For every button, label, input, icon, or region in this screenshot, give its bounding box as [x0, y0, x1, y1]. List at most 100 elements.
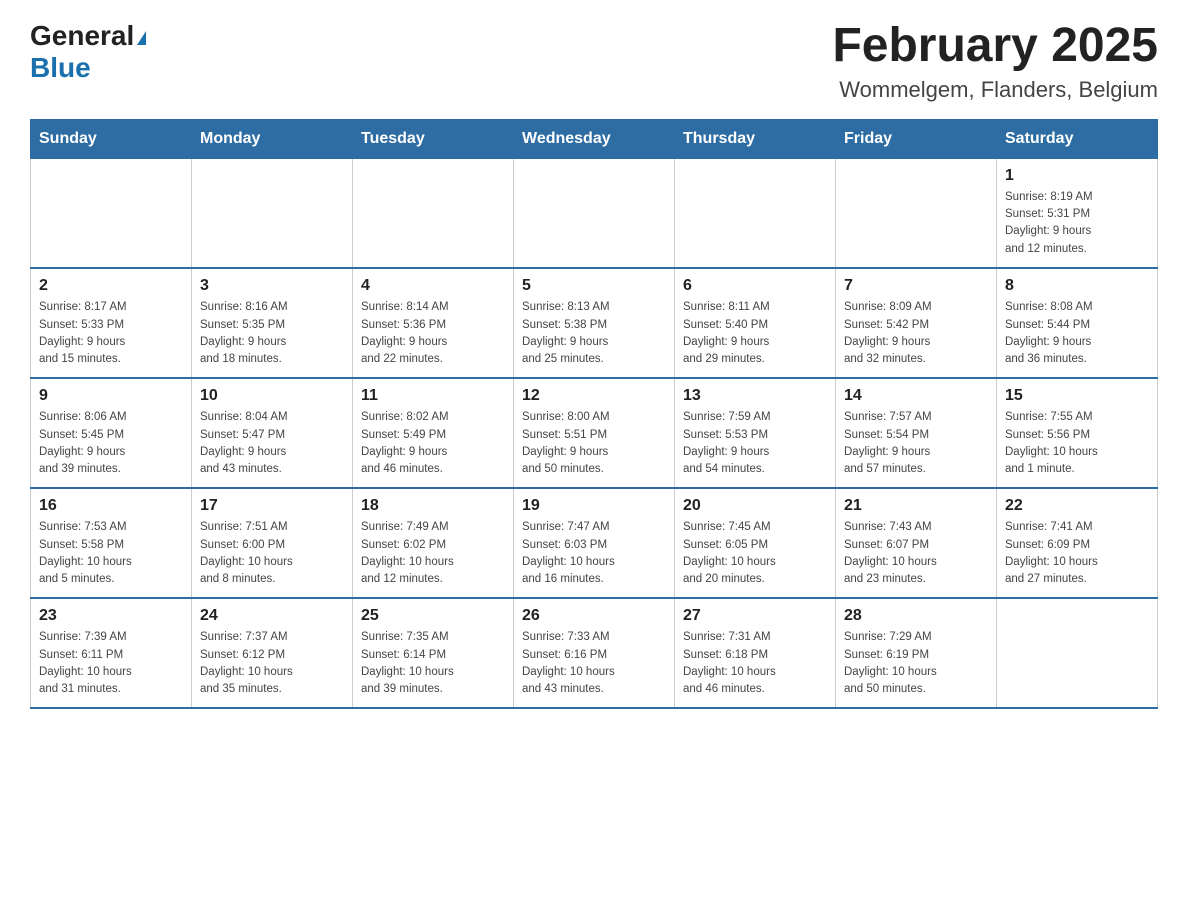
logo: General Blue: [30, 20, 146, 84]
day-info: Sunrise: 8:19 AMSunset: 5:31 PMDaylight:…: [1005, 189, 1149, 258]
day-info: Sunrise: 8:00 AMSunset: 5:51 PMDaylight:…: [522, 409, 666, 478]
weekday-header-monday: Monday: [192, 119, 353, 158]
day-cell-1-6: [836, 158, 997, 268]
day-cell-5-3: 25 Sunrise: 7:35 AMSunset: 6:14 PMDayligh…: [353, 598, 514, 708]
day-info: Sunrise: 7:35 AMSunset: 6:14 PMDaylight:…: [361, 629, 505, 698]
day-info: Sunrise: 7:49 AMSunset: 6:02 PMDaylight:…: [361, 519, 505, 588]
day-info: Sunrise: 7:45 AMSunset: 6:05 PMDaylight:…: [683, 519, 827, 588]
day-cell-2-5: 6Sunrise: 8:11 AMSunset: 5:40 PMDaylight…: [675, 268, 836, 378]
day-cell-2-1: 2 Sunrise: 8:17 AMSunset: 5:33 PMDaylight…: [31, 268, 192, 378]
day-cell-4-1: 16Sunrise: 7:53 AMSunset: 5:58 PMDayligh…: [31, 488, 192, 598]
day-info: Sunrise: 8:04 AMSunset: 5:47 PMDaylight:…: [200, 409, 344, 478]
day-number: 8: [1005, 277, 1149, 295]
day-number: 13: [683, 387, 827, 405]
day-cell-4-2: 17 Sunrise: 7:51 AMSunset: 6:00 PMDayligh…: [192, 488, 353, 598]
day-info: Sunrise: 7:51 AMSunset: 6:00 PMDaylight:…: [200, 519, 344, 588]
day-number: 10: [200, 387, 344, 405]
day-cell-2-2: 3Sunrise: 8:16 AMSunset: 5:35 PMDaylight…: [192, 268, 353, 378]
week-row-2: 2 Sunrise: 8:17 AMSunset: 5:33 PMDaylight…: [31, 268, 1158, 378]
calendar-table: SundayMondayTuesdayWednesdayThursdayFrid…: [30, 119, 1158, 710]
day-cell-1-3: [353, 158, 514, 268]
day-number: 12: [522, 387, 666, 405]
day-cell-4-4: 19Sunrise: 7:47 AMSunset: 6:03 PMDayligh…: [514, 488, 675, 598]
day-cell-5-7: [997, 598, 1158, 708]
calendar-body: 1 Sunrise: 8:19 AMSunset: 5:31 PMDaylight…: [31, 158, 1158, 708]
day-cell-1-5: [675, 158, 836, 268]
day-cell-4-7: 22 Sunrise: 7:41 AMSunset: 6:09 PMDayligh…: [997, 488, 1158, 598]
day-info: Sunrise: 7:29 AMSunset: 6:19 PMDaylight:…: [844, 629, 988, 698]
day-number: 26: [522, 607, 666, 625]
day-cell-3-2: 10 Sunrise: 8:04 AMSunset: 5:47 PMDayligh…: [192, 378, 353, 488]
day-number: 17: [200, 497, 344, 515]
weekday-header-tuesday: Tuesday: [353, 119, 514, 158]
day-number: 5: [522, 277, 666, 295]
day-cell-2-7: 8Sunrise: 8:08 AMSunset: 5:44 PMDaylight…: [997, 268, 1158, 378]
day-cell-1-2: [192, 158, 353, 268]
week-row-3: 9 Sunrise: 8:06 AMSunset: 5:45 PMDaylight…: [31, 378, 1158, 488]
day-info: Sunrise: 8:09 AMSunset: 5:42 PMDaylight:…: [844, 299, 988, 368]
day-info: Sunrise: 7:55 AMSunset: 5:56 PMDaylight:…: [1005, 409, 1149, 478]
day-cell-3-7: 15Sunrise: 7:55 AMSunset: 5:56 PMDayligh…: [997, 378, 1158, 488]
day-number: 14: [844, 387, 988, 405]
day-number: 3: [200, 277, 344, 295]
weekday-header-wednesday: Wednesday: [514, 119, 675, 158]
day-cell-2-6: 7Sunrise: 8:09 AMSunset: 5:42 PMDaylight…: [836, 268, 997, 378]
day-number: 18: [361, 497, 505, 515]
day-info: Sunrise: 7:37 AMSunset: 6:12 PMDaylight:…: [200, 629, 344, 698]
day-number: 24: [200, 607, 344, 625]
day-number: 2: [39, 277, 183, 295]
day-info: Sunrise: 7:53 AMSunset: 5:58 PMDaylight:…: [39, 519, 183, 588]
day-number: 4: [361, 277, 505, 295]
week-row-5: 23 Sunrise: 7:39 AMSunset: 6:11 PMDayligh…: [31, 598, 1158, 708]
day-cell-3-3: 11Sunrise: 8:02 AMSunset: 5:49 PMDayligh…: [353, 378, 514, 488]
weekday-header-saturday: Saturday: [997, 119, 1158, 158]
day-number: 27: [683, 607, 827, 625]
day-number: 23: [39, 607, 183, 625]
day-info: Sunrise: 8:06 AMSunset: 5:45 PMDaylight:…: [39, 409, 183, 478]
day-number: 1: [1005, 167, 1149, 185]
day-cell-3-1: 9 Sunrise: 8:06 AMSunset: 5:45 PMDaylight…: [31, 378, 192, 488]
day-info: Sunrise: 8:02 AMSunset: 5:49 PMDaylight:…: [361, 409, 505, 478]
day-info: Sunrise: 7:33 AMSunset: 6:16 PMDaylight:…: [522, 629, 666, 698]
day-number: 28: [844, 607, 988, 625]
day-cell-5-5: 27 Sunrise: 7:31 AMSunset: 6:18 PMDayligh…: [675, 598, 836, 708]
weekday-header-sunday: Sunday: [31, 119, 192, 158]
day-cell-2-3: 4 Sunrise: 8:14 AMSunset: 5:36 PMDaylight…: [353, 268, 514, 378]
title-area: February 2025 Wommelgem, Flanders, Belgi…: [832, 20, 1158, 103]
day-number: 9: [39, 387, 183, 405]
day-cell-1-1: [31, 158, 192, 268]
month-title: February 2025: [832, 20, 1158, 73]
day-info: Sunrise: 8:11 AMSunset: 5:40 PMDaylight:…: [683, 299, 827, 368]
day-number: 25: [361, 607, 505, 625]
day-info: Sunrise: 7:31 AMSunset: 6:18 PMDaylight:…: [683, 629, 827, 698]
day-cell-4-5: 20 Sunrise: 7:45 AMSunset: 6:05 PMDayligh…: [675, 488, 836, 598]
day-number: 19: [522, 497, 666, 515]
day-cell-1-7: 1 Sunrise: 8:19 AMSunset: 5:31 PMDaylight…: [997, 158, 1158, 268]
day-cell-4-6: 21 Sunrise: 7:43 AMSunset: 6:07 PMDayligh…: [836, 488, 997, 598]
weekday-header-row: SundayMondayTuesdayWednesdayThursdayFrid…: [31, 119, 1158, 158]
location-title: Wommelgem, Flanders, Belgium: [832, 77, 1158, 103]
day-number: 22: [1005, 497, 1149, 515]
day-number: 20: [683, 497, 827, 515]
day-cell-1-4: [514, 158, 675, 268]
week-row-4: 16Sunrise: 7:53 AMSunset: 5:58 PMDayligh…: [31, 488, 1158, 598]
day-cell-5-1: 23 Sunrise: 7:39 AMSunset: 6:11 PMDayligh…: [31, 598, 192, 708]
week-row-1: 1 Sunrise: 8:19 AMSunset: 5:31 PMDaylight…: [31, 158, 1158, 268]
day-info: Sunrise: 7:39 AMSunset: 6:11 PMDaylight:…: [39, 629, 183, 698]
day-info: Sunrise: 8:14 AMSunset: 5:36 PMDaylight:…: [361, 299, 505, 368]
day-cell-3-6: 14Sunrise: 7:57 AMSunset: 5:54 PMDayligh…: [836, 378, 997, 488]
day-info: Sunrise: 7:43 AMSunset: 6:07 PMDaylight:…: [844, 519, 988, 588]
day-cell-5-2: 24 Sunrise: 7:37 AMSunset: 6:12 PMDayligh…: [192, 598, 353, 708]
day-info: Sunrise: 7:41 AMSunset: 6:09 PMDaylight:…: [1005, 519, 1149, 588]
day-cell-2-4: 5 Sunrise: 8:13 AMSunset: 5:38 PMDaylight…: [514, 268, 675, 378]
header: General Blue February 2025 Wommelgem, Fl…: [30, 20, 1158, 103]
weekday-header-friday: Friday: [836, 119, 997, 158]
day-cell-5-4: 26 Sunrise: 7:33 AMSunset: 6:16 PMDayligh…: [514, 598, 675, 708]
weekday-header-thursday: Thursday: [675, 119, 836, 158]
day-cell-3-5: 13Sunrise: 7:59 AMSunset: 5:53 PMDayligh…: [675, 378, 836, 488]
day-info: Sunrise: 8:17 AMSunset: 5:33 PMDaylight:…: [39, 299, 183, 368]
day-number: 21: [844, 497, 988, 515]
logo-blue: Blue: [30, 52, 146, 84]
day-info: Sunrise: 8:13 AMSunset: 5:38 PMDaylight:…: [522, 299, 666, 368]
logo-general: General: [30, 20, 146, 52]
